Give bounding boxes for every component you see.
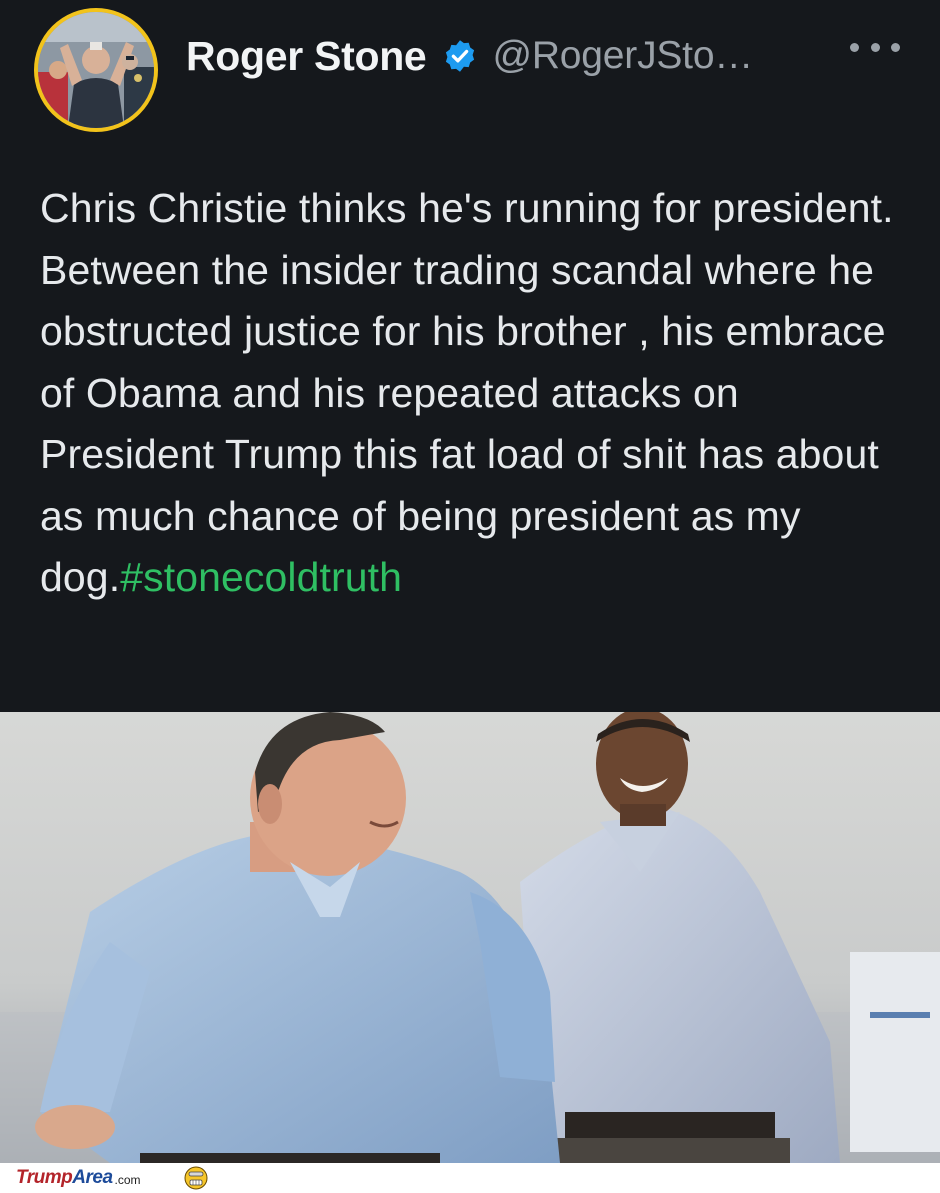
avatar-photo <box>38 12 154 128</box>
dot <box>891 42 900 52</box>
more-options-icon[interactable] <box>850 32 900 62</box>
tweet-image[interactable] <box>0 712 940 1163</box>
tweet-header: Roger Stone @RogerJSto… <box>186 28 753 84</box>
hashtag-link[interactable]: #stonecoldtruth <box>120 554 402 600</box>
tweet-card: Roger Stone @RogerJSto… Chris Christie t… <box>0 0 940 712</box>
dot <box>850 42 859 52</box>
tweet-text: Chris Christie thinks he's running for p… <box>40 178 920 609</box>
tweet-body: Chris Christie thinks he's running for p… <box>40 185 894 600</box>
dot <box>870 42 880 52</box>
tweet-photo <box>0 712 940 1163</box>
emoji-face-icon <box>184 1166 208 1190</box>
brand-accent: Area <box>72 1167 113 1188</box>
avatar[interactable] <box>34 8 158 132</box>
display-name[interactable]: Roger Stone <box>186 33 427 80</box>
watermark-footer: Trump Area .com <box>0 1163 940 1193</box>
brand-main: Trump <box>16 1167 73 1188</box>
brand-logo: Trump Area .com <box>16 1167 141 1189</box>
verified-badge-icon <box>442 38 478 74</box>
brand-tld: .com <box>114 1173 141 1187</box>
handle[interactable]: @RogerJSto… <box>492 34 753 78</box>
